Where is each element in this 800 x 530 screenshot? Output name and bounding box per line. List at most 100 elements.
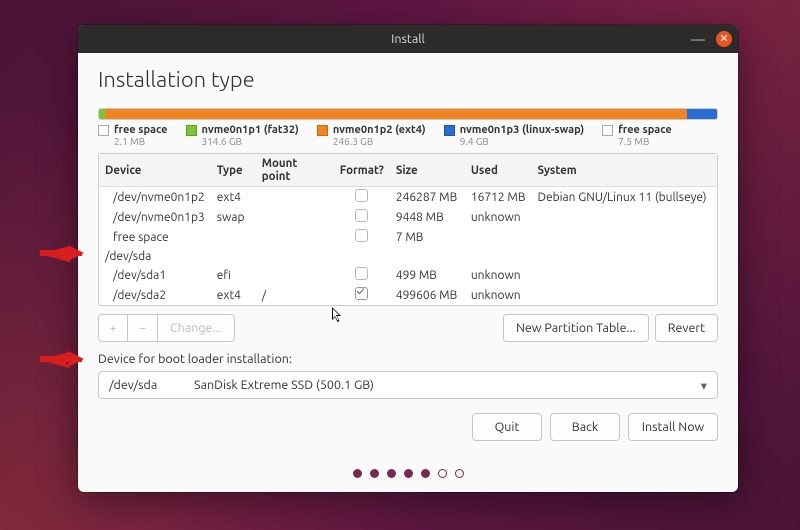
cell	[531, 265, 717, 285]
bootloader-device: /dev/sda	[109, 378, 194, 392]
add-partition-button[interactable]: +	[98, 314, 128, 342]
usage-segment	[105, 109, 687, 119]
back-button[interactable]: Back	[550, 413, 620, 441]
cell: 499606 MB	[390, 285, 465, 305]
table-row[interactable]: /dev/sda1efi 499 MBunknown	[99, 265, 717, 285]
cell: /dev/nvme0n1p3	[99, 207, 211, 227]
legend-size: 246.3 GB	[333, 136, 426, 147]
cell: unknown	[465, 207, 532, 227]
column-header[interactable]: Size	[390, 154, 465, 187]
disk-usage-bar	[98, 108, 718, 120]
window-title: Install	[391, 32, 425, 46]
change-partition-button[interactable]: Change...	[158, 314, 235, 342]
installer-window: Install — ✕ Installation type free space…	[78, 25, 738, 492]
cell	[531, 285, 717, 305]
table-row[interactable]: free space 7 MB	[99, 227, 717, 247]
cell	[256, 227, 334, 247]
legend-item: nvme0n1p2 (ext4)246.3 GB	[317, 124, 426, 147]
cell: /dev/sda1	[99, 265, 211, 285]
close-button[interactable]: ✕	[716, 31, 732, 47]
legend-title: free space	[618, 124, 672, 136]
usage-segment	[687, 109, 717, 119]
page-title: Installation type	[98, 67, 718, 92]
cell: unknown	[465, 285, 532, 305]
titlebar: Install — ✕	[78, 25, 738, 53]
legend-item: free space7.5 MB	[602, 124, 672, 147]
annotation-arrow	[40, 350, 82, 370]
cell: 9448 MB	[390, 207, 465, 227]
partition-toolbar: + − Change... New Partition Table... Rev…	[98, 314, 718, 342]
format-checkbox[interactable]	[355, 189, 368, 202]
table-row[interactable]: /dev/sda2ext4/ 499606 MBunknown	[99, 285, 717, 305]
progress-dots	[78, 469, 738, 478]
column-header[interactable]: Device	[99, 154, 211, 187]
legend-item: free space2.1 MB	[98, 124, 168, 147]
disk-legend: free space2.1 MBnvme0n1p1 (fat32)314.6 G…	[98, 124, 718, 147]
cell: ext4	[211, 285, 256, 305]
chevron-down-icon: ▾	[701, 378, 707, 393]
format-checkbox[interactable]	[355, 209, 368, 222]
cell	[334, 285, 390, 305]
cell: 499 MB	[390, 265, 465, 285]
format-checkbox[interactable]	[355, 287, 368, 300]
partition-table[interactable]: DeviceTypeMount pointFormat?SizeUsedSyst…	[98, 153, 718, 306]
column-header[interactable]: Type	[211, 154, 256, 187]
cell	[531, 207, 717, 227]
legend-title: nvme0n1p1 (fat32)	[202, 124, 299, 136]
legend-swatch	[98, 125, 109, 136]
device-header: /dev/sda	[99, 247, 717, 265]
legend-title: free space	[114, 124, 168, 136]
close-icon: ✕	[719, 34, 728, 45]
cell: 246287 MB	[390, 187, 465, 208]
cell: free space	[99, 227, 211, 247]
bootloader-select[interactable]: /dev/sda SanDisk Extreme SSD (500.1 GB) …	[98, 371, 718, 399]
legend-swatch	[444, 125, 455, 136]
legend-size: 9.4 GB	[460, 136, 585, 147]
cell: /	[256, 285, 334, 305]
new-partition-table-button[interactable]: New Partition Table...	[503, 314, 649, 342]
cell	[334, 187, 390, 208]
quit-button[interactable]: Quit	[472, 413, 542, 441]
table-row[interactable]: /dev/nvme0n1p2ext4246287 MB16712 MBDebia…	[99, 187, 717, 208]
revert-button[interactable]: Revert	[655, 314, 718, 342]
bootloader-desc: SanDisk Extreme SSD (500.1 GB)	[194, 378, 374, 392]
legend-item: nvme0n1p3 (linux-swap)9.4 GB	[444, 124, 585, 147]
cell	[465, 227, 532, 247]
column-header[interactable]: Format?	[334, 154, 390, 187]
legend-size: 2.1 MB	[114, 136, 168, 147]
progress-dot	[438, 469, 447, 478]
legend-swatch	[317, 125, 328, 136]
content-area: Installation type free space2.1 MBnvme0n…	[78, 53, 738, 492]
table-row[interactable]: /dev/sda	[99, 247, 717, 265]
column-header[interactable]: Used	[465, 154, 532, 187]
cell: unknown	[465, 265, 532, 285]
cell	[334, 207, 390, 227]
cell: Debian GNU/Linux 11 (bullseye)	[531, 187, 717, 208]
column-header[interactable]: Mount point	[256, 154, 334, 187]
table-row[interactable]: /dev/nvme0n1p3swap 9448 MBunknown	[99, 207, 717, 227]
cell	[211, 227, 256, 247]
cell: swap	[211, 207, 256, 227]
cell	[334, 265, 390, 285]
column-header[interactable]: System	[531, 154, 717, 187]
legend-title: nvme0n1p2 (ext4)	[333, 124, 426, 136]
legend-size: 314.6 GB	[202, 136, 299, 147]
progress-dot	[370, 469, 379, 478]
cell: /dev/sda2	[99, 285, 211, 305]
format-checkbox[interactable]	[355, 229, 368, 242]
minimize-button[interactable]: —	[690, 31, 706, 47]
legend-item: nvme0n1p1 (fat32)314.6 GB	[186, 124, 299, 147]
progress-dot	[387, 469, 396, 478]
progress-dot	[455, 469, 464, 478]
format-checkbox[interactable]	[355, 267, 368, 280]
remove-partition-button[interactable]: −	[128, 314, 158, 342]
cell	[531, 227, 717, 247]
cell	[334, 227, 390, 247]
cell	[256, 265, 334, 285]
cell: 7 MB	[390, 227, 465, 247]
cell: 16712 MB	[465, 187, 532, 208]
install-now-button[interactable]: Install Now	[628, 413, 718, 441]
legend-swatch	[602, 125, 613, 136]
cell: efi	[211, 265, 256, 285]
cell: ext4	[211, 187, 256, 208]
